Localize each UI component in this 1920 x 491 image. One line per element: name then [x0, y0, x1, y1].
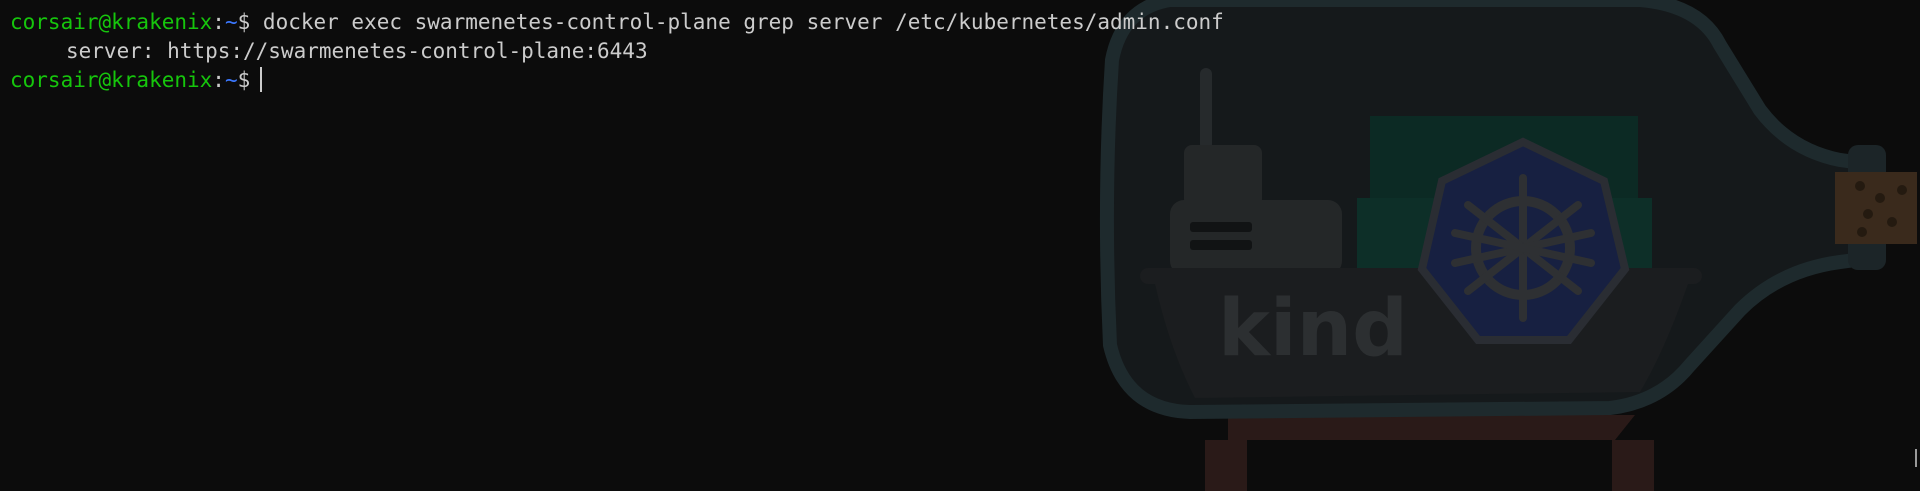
ship-cabin: [1170, 68, 1342, 275]
kubernetes-wheel-icon: [1417, 137, 1630, 344]
output-line-1: server: https://swarmenetes-control-plan…: [66, 39, 648, 63]
scrollbar-indicator[interactable]: [1915, 449, 1917, 467]
prompt-separator: :: [212, 10, 225, 34]
prompt-symbol: $: [237, 10, 251, 34]
prompt-separator: :: [212, 68, 225, 92]
terminal-output: corsair@krakenix:~$ docker exec swarmene…: [10, 8, 1880, 95]
command-text: docker exec swarmenetes-control-plane gr…: [262, 10, 1224, 34]
prompt-path: ~: [224, 68, 238, 92]
ship-cargo: [1357, 116, 1652, 268]
prompt-path: ~: [224, 10, 238, 34]
prompt-symbol: $: [237, 68, 251, 92]
bottle-cork: [1835, 145, 1917, 270]
bottle-stand: [1205, 415, 1654, 491]
command-line-2[interactable]: corsair@krakenix:~$: [10, 66, 1880, 95]
ship-hull: kind: [1140, 268, 1702, 398]
terminal-window[interactable]: kind corsair@krakenix:~$ docker exec swa…: [0, 0, 1920, 491]
prompt-user-host: corsair@krakenix: [10, 10, 213, 34]
command-line-1: corsair@krakenix:~$ docker exec swarmene…: [10, 8, 1880, 37]
text-cursor: [260, 67, 263, 92]
svg-text:kind: kind: [1218, 284, 1408, 374]
prompt-user-host: corsair@krakenix: [10, 68, 213, 92]
